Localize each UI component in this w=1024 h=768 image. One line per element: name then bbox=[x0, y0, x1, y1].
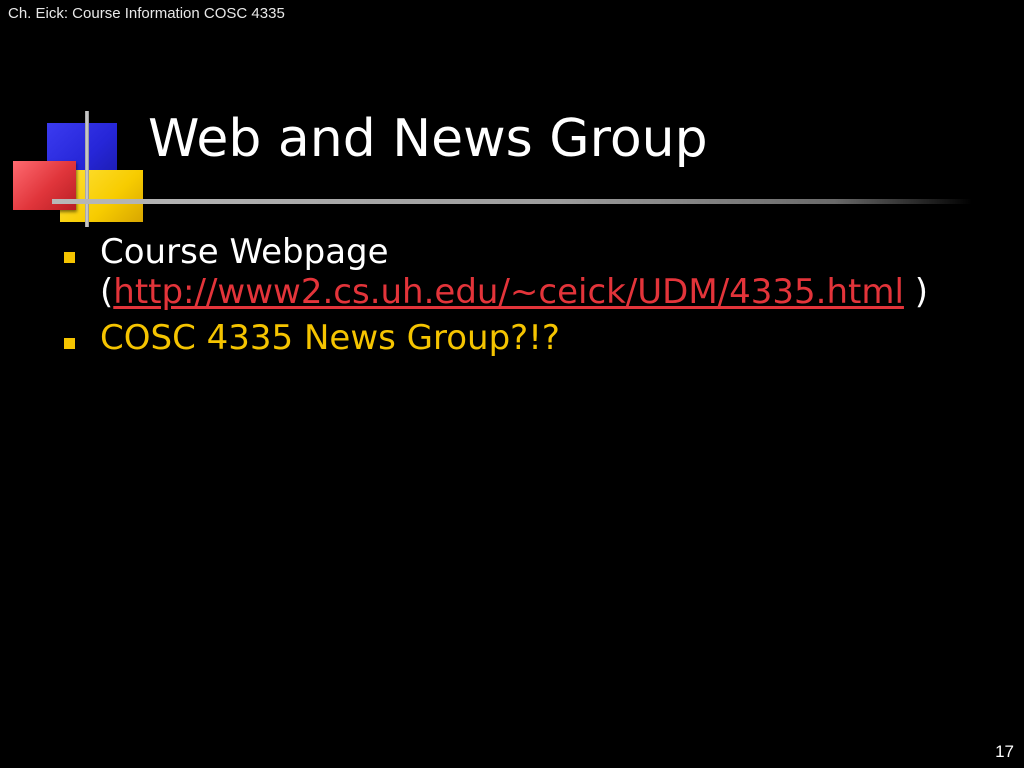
bullet-item-news-group: COSC 4335 News Group?!? bbox=[62, 318, 1002, 358]
bullet-link-line: (http://www2.cs.uh.edu/~ceick/UDM/4335.h… bbox=[100, 272, 1002, 312]
bullet-list: Course Webpage (http://www2.cs.uh.edu/~c… bbox=[62, 232, 1002, 358]
course-webpage-link[interactable]: http://www2.cs.uh.edu/~ceick/UDM/4335.ht… bbox=[113, 272, 904, 312]
bullet-item-course-webpage: Course Webpage (http://www2.cs.uh.edu/~c… bbox=[62, 232, 1002, 312]
square-bullet-icon bbox=[64, 338, 75, 349]
page-number: 17 bbox=[995, 742, 1014, 761]
bullet-text-course-webpage: Course Webpage bbox=[100, 232, 389, 272]
vertical-rule bbox=[85, 111, 89, 227]
square-bullet-icon bbox=[64, 252, 75, 263]
slide-title: Web and News Group bbox=[148, 109, 708, 169]
title-decoration bbox=[0, 0, 150, 240]
open-paren: ( bbox=[100, 272, 114, 312]
close-paren: ) bbox=[903, 272, 929, 312]
bullet-text-news-group: COSC 4335 News Group?!? bbox=[100, 318, 560, 358]
title-underline-rule bbox=[52, 199, 972, 204]
